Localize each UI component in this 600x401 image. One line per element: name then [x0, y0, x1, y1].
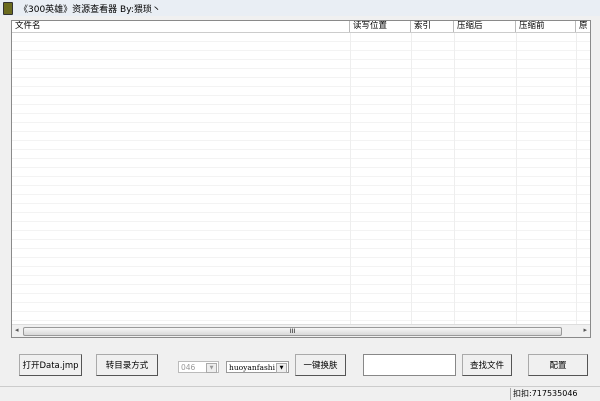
scroll-right-icon[interactable]: ▸: [583, 326, 587, 334]
title-bar: 《300英雄》资源查看器 By:猥琐丶: [0, 0, 600, 16]
open-data-button[interactable]: 打开Data.jmp: [19, 354, 82, 376]
column-compressed[interactable]: 压缩后: [454, 21, 516, 32]
column-divider: [576, 33, 577, 324]
config-button[interactable]: 配置: [528, 354, 588, 376]
chevron-down-icon[interactable]: ▼: [276, 363, 287, 373]
column-uncompressed[interactable]: 压缩前: [516, 21, 576, 32]
app-icon: [3, 1, 13, 15]
scroll-left-icon[interactable]: ◂: [15, 326, 19, 334]
hero-select[interactable]: huoyanfashi ▼: [226, 361, 289, 373]
list-header: 文件名 读写位置 索引 压缩后 压缩前 原: [12, 21, 590, 33]
column-original[interactable]: 原: [576, 21, 590, 32]
status-bar: 扣扣:717535046: [0, 386, 600, 401]
search-input[interactable]: [363, 354, 456, 376]
column-offset[interactable]: 读写位置: [350, 21, 411, 32]
chevron-down-icon[interactable]: ▼: [206, 363, 217, 373]
column-divider: [350, 33, 351, 324]
column-divider: [516, 33, 517, 324]
column-divider: [411, 33, 412, 324]
version-value: 046: [181, 363, 196, 372]
find-file-button[interactable]: 查找文件: [462, 354, 512, 376]
list-body: [12, 33, 590, 324]
column-index[interactable]: 索引: [411, 21, 454, 32]
file-list[interactable]: 文件名 读写位置 索引 压缩后 压缩前 原 ◂ III ▸: [11, 20, 591, 338]
column-divider: [454, 33, 455, 324]
column-filename[interactable]: 文件名: [12, 21, 350, 32]
window-title: 《300英雄》资源查看器 By:猥琐丶: [19, 4, 161, 15]
horizontal-scrollbar[interactable]: ◂ III ▸: [12, 324, 590, 337]
qq-status: 扣扣:717535046: [510, 388, 578, 400]
one-click-skin-button[interactable]: 一键换肤: [295, 354, 346, 376]
version-select[interactable]: 046 ▼: [178, 361, 219, 373]
scroll-thumb[interactable]: III: [23, 327, 562, 336]
directory-mode-button[interactable]: 转目录方式: [96, 354, 158, 376]
hero-value: huoyanfashi: [229, 363, 276, 372]
